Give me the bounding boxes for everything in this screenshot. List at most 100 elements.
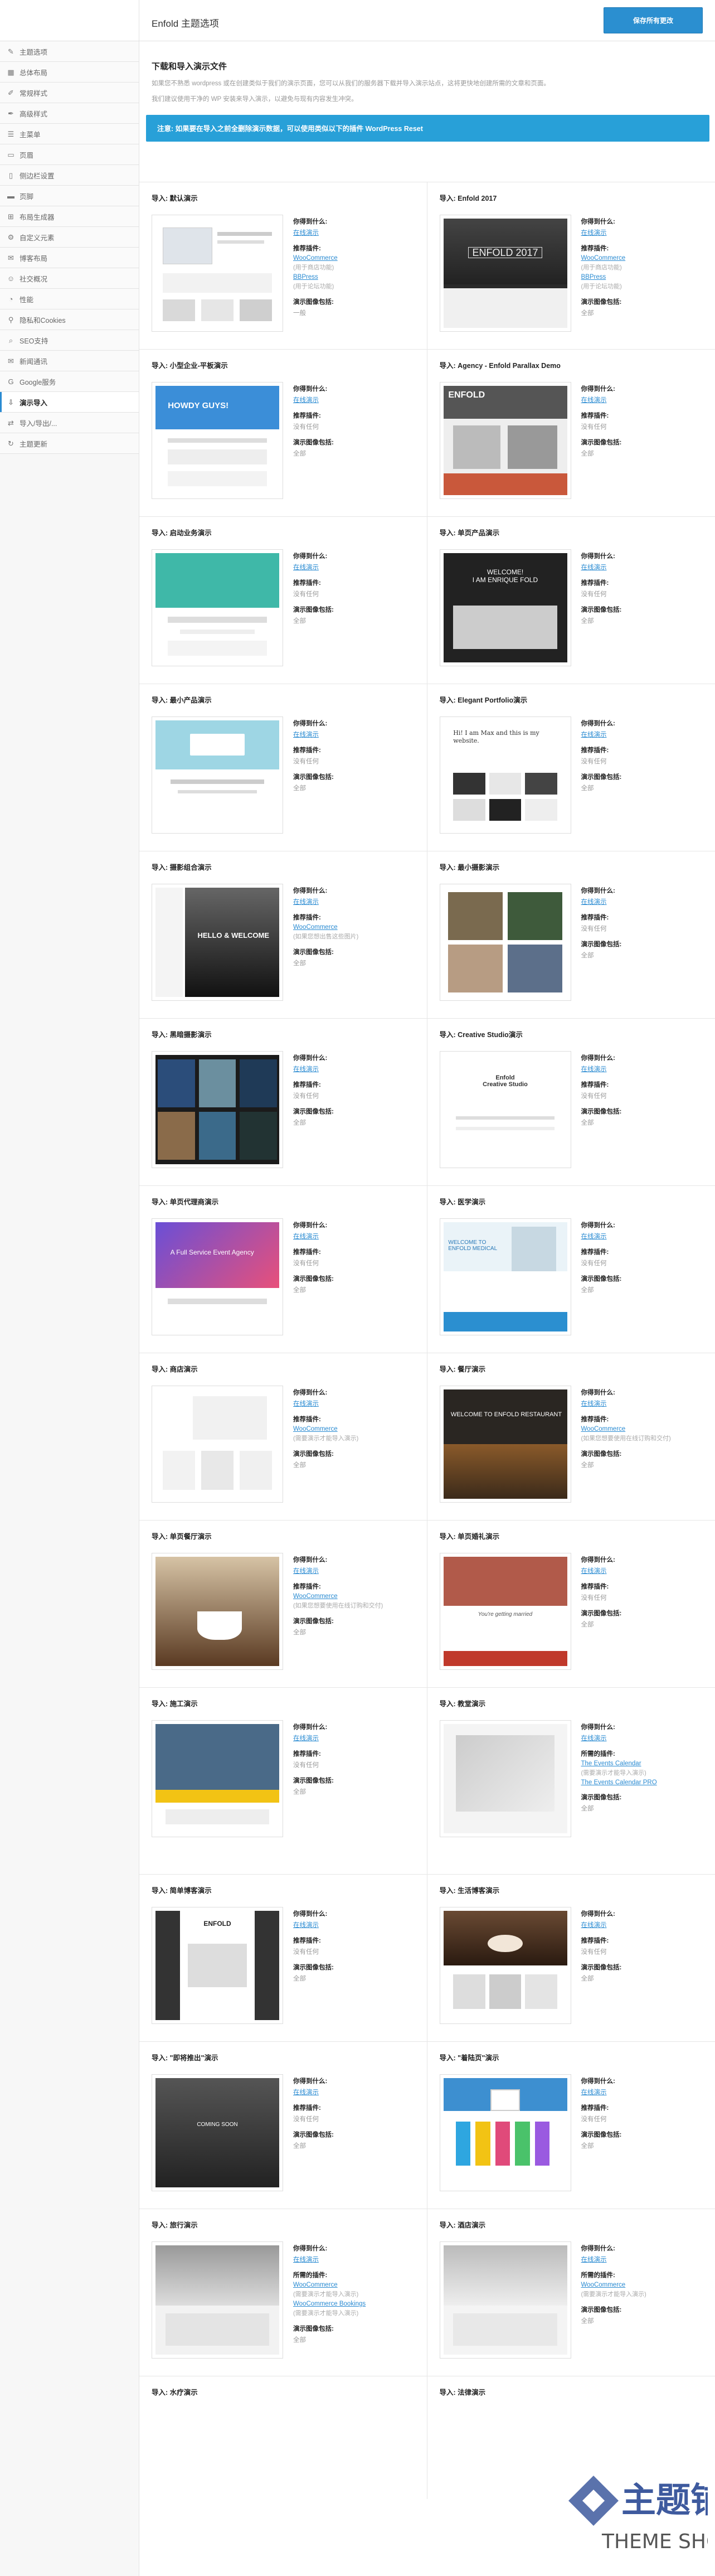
plugin-link[interactable]: WooCommerce Bookings	[293, 2301, 421, 2307]
live-demo-link[interactable]: 在线演示	[293, 1734, 421, 1742]
sidebar-item[interactable]: ◔ 性能	[0, 289, 139, 309]
live-demo-link[interactable]: 在线演示	[293, 228, 421, 237]
live-demo-link[interactable]: 在线演示	[293, 2088, 421, 2096]
save-all-button[interactable]: 保存所有更改	[604, 7, 703, 33]
sidebar-item-label: SEO支持	[20, 337, 48, 345]
demo-thumbnail[interactable]: Hi! I am Max and this is my website.	[439, 716, 571, 834]
live-demo-link[interactable]: 在线演示	[293, 1232, 421, 1241]
sidebar-item[interactable]: ☰ 主菜单	[0, 124, 139, 144]
live-demo-link[interactable]: 在线演示	[581, 2088, 709, 2096]
demo-thumbnail[interactable]	[439, 1907, 571, 2024]
live-demo-link[interactable]: 在线演示	[581, 1920, 709, 1929]
plugin-link[interactable]: BBPress	[581, 274, 709, 280]
demo-thumbnail[interactable]	[439, 2241, 571, 2359]
demo-thumbnail[interactable]: HOWDY GUYS!	[152, 382, 283, 499]
demo-thumbnail[interactable]	[152, 215, 283, 332]
demo-thumbnail[interactable]	[439, 2074, 571, 2191]
demo-thumbnail[interactable]	[439, 884, 571, 1001]
plugin-link[interactable]: WooCommerce	[293, 1426, 421, 1432]
what-label: 你得到什么:	[581, 1724, 615, 1731]
plugin-link[interactable]: The Events Calendar	[581, 1760, 709, 1767]
plugin-link[interactable]: The Events Calendar PRO	[581, 1779, 709, 1786]
what-label: 你得到什么:	[293, 1055, 328, 1062]
sidebar-item[interactable]: ✒ 高级样式	[0, 103, 139, 124]
sidebar-item[interactable]: ✎ 主题选项	[0, 41, 139, 62]
demo-info: 你得到什么: 在线演示 推荐插件: WooCommerce (需要演示才能导入演示) 演示…	[293, 1388, 421, 1469]
sidebar-item[interactable]: ⚙ 自定义元素	[0, 227, 139, 248]
live-demo-link[interactable]: 在线演示	[581, 2255, 709, 2264]
demo-thumbnail[interactable]	[152, 1051, 283, 1168]
live-demo-link[interactable]: 在线演示	[581, 228, 709, 237]
demo-row: 导入: 简单博客演示 ENFOLD 你得到什么: 在线演示 推荐插件: 没有任何 演示图像包…	[139, 1874, 715, 2042]
sidebar-item[interactable]: ⊞ 布局生成器	[0, 206, 139, 227]
sidebar-item[interactable]: ▬ 页脚	[0, 186, 139, 206]
images-label: 演示图像包括:	[581, 1794, 622, 1801]
live-demo-link[interactable]: 在线演示	[293, 563, 421, 572]
demo-thumbnail[interactable]	[439, 1720, 571, 1837]
plugin-link[interactable]: WooCommerce	[293, 1593, 421, 1600]
sidebar-item[interactable]: ↻ 主题更新	[0, 433, 139, 454]
demo-thumbnail[interactable]: ENFOLD 2017	[439, 215, 571, 332]
live-demo-link[interactable]: 在线演示	[293, 395, 421, 404]
demo-thumbnail[interactable]: WELCOME TO ENFOLD RESTAURANT	[439, 1386, 571, 1503]
demo-thumbnail[interactable]: Enfold Creative Studio	[439, 1051, 571, 1168]
live-demo-link[interactable]: 在线演示	[293, 1566, 421, 1575]
live-demo-link[interactable]: 在线演示	[581, 1566, 709, 1575]
live-demo-link[interactable]: 在线演示	[581, 897, 709, 906]
images-value: 全部	[581, 1805, 594, 1812]
live-demo-link[interactable]: 在线演示	[293, 1064, 421, 1073]
sidebar-item[interactable]: ▭ 页眉	[0, 144, 139, 165]
what-label: 你得到什么:	[581, 1222, 615, 1229]
sidebar-item[interactable]: ⚲ 隐私和Cookies	[0, 309, 139, 330]
live-demo-link[interactable]: 在线演示	[293, 897, 421, 906]
sidebar-item[interactable]: ✉ 新闻通讯	[0, 351, 139, 371]
demo-row: 导入: 施工演示 你得到什么: 在线演示 推荐插件: 没有任何 演示图像包括: 全部 导入: …	[139, 1687, 715, 1875]
demo-thumbnail[interactable]: A Full Service Event Agency	[152, 1218, 283, 1335]
live-demo-link[interactable]: 在线演示	[581, 1232, 709, 1241]
demo-title: 导入: Creative Studio演示	[439, 1031, 523, 1039]
demo-thumbnail[interactable]: ENFOLD	[439, 382, 571, 499]
plugin-link[interactable]: WooCommerce	[581, 2282, 709, 2288]
plugin-link[interactable]: WooCommerce	[293, 924, 421, 931]
plugin-link[interactable]: WooCommerce	[293, 2282, 421, 2288]
sidebar-item[interactable]: ☺ 社交概况	[0, 268, 139, 289]
demo-thumbnail[interactable]	[152, 1553, 283, 1670]
sidebar-item[interactable]: G Google服务	[0, 371, 139, 392]
live-demo-link[interactable]: 在线演示	[581, 1399, 709, 1408]
demo-thumbnail[interactable]: ENFOLD	[152, 1907, 283, 2024]
sidebar-item[interactable]: ⇄ 导入/导出/...	[0, 413, 139, 433]
live-demo-link[interactable]: 在线演示	[293, 1920, 421, 1929]
demo-thumbnail[interactable]: WELCOME TO ENFOLD MEDICAL	[439, 1218, 571, 1335]
demo-thumbnail[interactable]	[152, 1386, 283, 1503]
live-demo-link[interactable]: 在线演示	[581, 395, 709, 404]
live-demo-link[interactable]: 在线演示	[293, 1399, 421, 1408]
what-label: 你得到什么:	[581, 1055, 615, 1062]
live-demo-link[interactable]: 在线演示	[581, 563, 709, 572]
plugin-link[interactable]: WooCommerce	[581, 255, 709, 262]
sidebar-item[interactable]: ⌕ SEO支持	[0, 330, 139, 351]
demo-title: 导入: 摄影组合演示	[152, 864, 212, 871]
demo-thumbnail[interactable]	[152, 716, 283, 834]
live-demo-link[interactable]: 在线演示	[293, 730, 421, 739]
plugin-link[interactable]: WooCommerce	[581, 1426, 709, 1432]
sidebar-item[interactable]: ✉ 博客布局	[0, 248, 139, 268]
plugin-link[interactable]: WooCommerce	[293, 255, 421, 262]
demo-thumbnail[interactable]: HELLO & WELCOME	[152, 884, 283, 1001]
sidebar-item[interactable]: ⇩ 演示导入	[0, 392, 139, 413]
demo-thumbnail[interactable]	[152, 1720, 283, 1837]
demo-thumbnail[interactable]	[152, 549, 283, 666]
live-demo-link[interactable]: 在线演示	[581, 1064, 709, 1073]
demo-thumbnail[interactable]: WELCOME! I AM ENRIQUE FOLD	[439, 549, 571, 666]
demo-thumbnail[interactable]: You're getting married	[439, 1553, 571, 1670]
live-demo-link[interactable]: 在线演示	[581, 1734, 709, 1742]
sidebar-item[interactable]: ▦ 总体布局	[0, 62, 139, 83]
demo-thumbnail[interactable]: COMING SOON	[152, 2074, 283, 2191]
demo-info: 你得到什么: 在线演示 推荐插件: 没有任何 演示图像包括: 全部	[293, 719, 421, 792]
sidebar-item[interactable]: ▯ 侧边栏设置	[0, 165, 139, 186]
demo-info: 你得到什么: 在线演示 所需的插件: WooCommerce (需要演示才能导入演示) 演…	[581, 2244, 709, 2325]
sidebar-item[interactable]: ✐ 常规样式	[0, 83, 139, 103]
plugin-link[interactable]: BBPress	[293, 274, 421, 280]
live-demo-link[interactable]: 在线演示	[581, 730, 709, 739]
live-demo-link[interactable]: 在线演示	[293, 2255, 421, 2264]
demo-thumbnail[interactable]	[152, 2241, 283, 2359]
